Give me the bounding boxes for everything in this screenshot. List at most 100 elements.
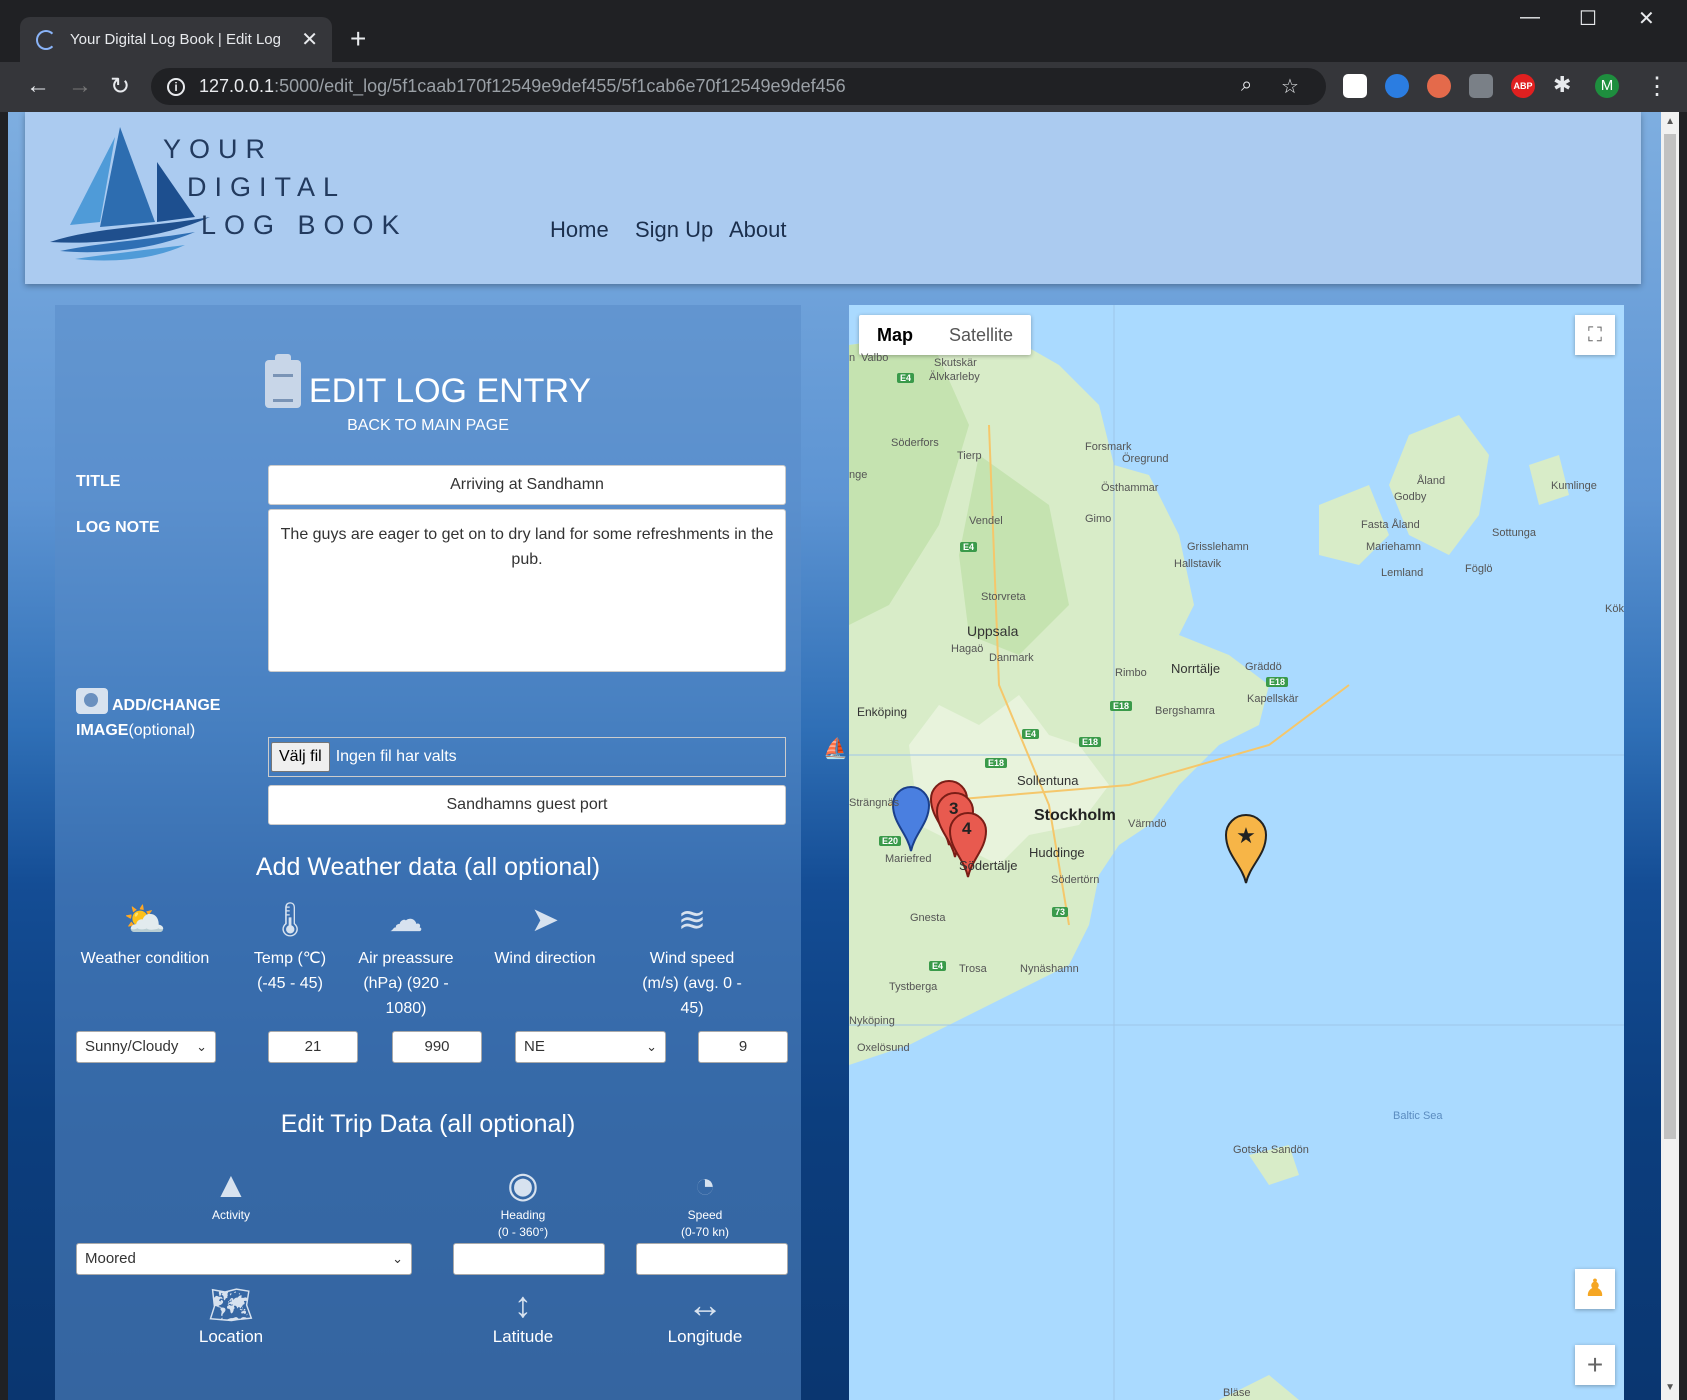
tab-title: Your Digital Log Book | Edit Log — [70, 31, 281, 48]
speedometer-icon: ◔ — [694, 1164, 716, 1205]
thermometer-icon: 🌡 — [268, 901, 312, 939]
map-label: Trosa — [959, 963, 987, 975]
activity-select[interactable]: Moored ⌄ — [76, 1243, 412, 1275]
street-view-pegman-icon[interactable]: ♟ — [1575, 1269, 1615, 1309]
zoom-icon[interactable]: ⌕ — [1241, 74, 1252, 97]
choose-file-button[interactable]: Välj fil — [271, 742, 330, 772]
map-label: Rimbo — [1115, 667, 1147, 679]
scroll-down-arrow-icon[interactable]: ▼ — [1665, 1382, 1675, 1393]
road-shield: E20 — [879, 836, 902, 846]
map-label: Valbo — [861, 352, 889, 364]
back-arrow-icon[interactable]: ← — [26, 72, 50, 100]
map-label: Nyköping — [849, 1015, 895, 1027]
reload-icon[interactable]: ↻ — [110, 72, 130, 101]
info-icon[interactable]: i — [167, 77, 185, 96]
map-label: Värmdö — [1128, 818, 1167, 830]
back-to-main-link[interactable]: BACK TO MAIN PAGE — [55, 417, 801, 435]
latitude-label: ↕ Latitude — [473, 1283, 573, 1347]
close-window-button[interactable]: ✕ — [1638, 6, 1655, 31]
sea-label: Baltic Sea — [1393, 1110, 1443, 1122]
speed-input[interactable] — [636, 1243, 788, 1275]
map-label: Kök — [1605, 603, 1624, 615]
map-label: Grisslehamn — [1187, 541, 1249, 553]
map-label: Södertörn — [1051, 874, 1100, 886]
log-note-textarea[interactable]: The guys are eager to get on to dry land… — [268, 509, 786, 672]
map-label: Bergshamra — [1155, 705, 1215, 717]
weather-condition-label: ⛅ Weather condition — [75, 900, 215, 971]
map-type-satellite-button[interactable]: Satellite — [931, 315, 1031, 355]
scroll-up-arrow-icon[interactable]: ▲ — [1665, 116, 1675, 127]
profile-avatar[interactable]: M — [1595, 74, 1619, 98]
scrollbar-thumb[interactable] — [1664, 134, 1676, 1139]
nav-about-link[interactable]: About — [729, 217, 787, 243]
log-note-label: LOG NOTE — [76, 519, 160, 536]
map-type-map-button[interactable]: Map — [859, 315, 931, 355]
adblock-icon[interactable]: ABP — [1511, 74, 1535, 98]
logo-text-line-1: YOUR — [163, 134, 274, 164]
wind-speed-label: ≋ Wind speed (m/s) (avg. 0 - 45) — [640, 900, 744, 1021]
map-label: Östhammar — [1101, 482, 1159, 494]
maximize-button[interactable]: ☐ — [1579, 6, 1597, 31]
wind-direction-select[interactable]: NE ⌄ — [515, 1031, 666, 1063]
extension-icon-4[interactable] — [1469, 74, 1493, 98]
map-label: Bläse — [1223, 1387, 1251, 1399]
map-label: Mariehamn — [1366, 541, 1422, 553]
map-label: Storvreta — [981, 591, 1026, 603]
air-pressure-input[interactable]: 990 — [392, 1031, 482, 1063]
map-label: Huddinge — [1029, 845, 1085, 860]
loading-icon — [36, 29, 56, 50]
weather-condition-select[interactable]: Sunny/Cloudy ⌄ — [76, 1031, 216, 1063]
nav-home-link[interactable]: Home — [550, 217, 609, 243]
title-input[interactable]: Arriving at Sandhamn — [268, 465, 786, 505]
nav-signup-link[interactable]: Sign Up — [635, 217, 713, 243]
map-label: Hallstavik — [1174, 558, 1222, 570]
edit-log-panel: EDIT LOG ENTRY BACK TO MAIN PAGE TITLE A… — [55, 305, 801, 1400]
puzzle-extensions-icon[interactable]: ✱ — [1553, 72, 1571, 98]
extension-icon-1[interactable] — [1343, 74, 1367, 98]
heading-input[interactable] — [453, 1243, 605, 1275]
map-label: Sottunga — [1492, 527, 1537, 539]
logo-text-line-2: DIGITAL — [187, 172, 347, 202]
image-label: ADD/CHANGE IMAGE(optional) — [76, 688, 246, 743]
temp-input[interactable]: 21 — [268, 1031, 358, 1063]
extension-icon-3[interactable] — [1427, 74, 1451, 98]
map-marker-star-current[interactable]: ★ — [1224, 813, 1268, 885]
sun-cloud-icon: ⛅ — [123, 901, 167, 939]
bookmark-star-icon[interactable]: ☆ — [1281, 74, 1299, 99]
temp-label: 🌡 Temp (℃) (-45 - 45) — [245, 900, 335, 996]
page-scrollbar[interactable]: ▲ ▼ — [1661, 112, 1679, 1400]
map-label: Godby — [1394, 491, 1427, 503]
activity-label: ▲ Activity — [191, 1163, 271, 1224]
speed-label: ◔ Speed (0-70 kn) — [655, 1163, 755, 1241]
menu-kebab-icon[interactable]: ⋮ — [1645, 72, 1669, 101]
map-label: Strängnäs — [849, 797, 900, 809]
map-label: Stockholm — [1034, 807, 1116, 824]
minimize-button[interactable]: — — [1520, 6, 1540, 29]
zoom-in-button[interactable]: + — [1575, 1345, 1615, 1385]
address-bar[interactable]: i 127.0.0.1 :5000/edit_log/5f1caab170f12… — [151, 68, 1326, 105]
google-map[interactable]: Map Satellite ⛶ ♟ + 3 4 ★ n Valbo Skutsk… — [849, 305, 1624, 1400]
browser-tab[interactable]: Your Digital Log Book | Edit Log ✕ — [20, 17, 332, 62]
new-tab-button[interactable]: + — [350, 22, 366, 56]
extension-icon-2[interactable] — [1385, 74, 1409, 98]
map-label: Kapellskär — [1247, 693, 1299, 705]
location-name-input[interactable]: Sandhamns guest port — [268, 785, 786, 825]
clipboard-list-icon — [264, 354, 301, 408]
map-label: Fasta Åland — [1361, 519, 1420, 531]
road-shield: E18 — [1266, 677, 1289, 687]
location-label: 🗺 Location — [181, 1283, 281, 1347]
map-label: Hagaö — [951, 643, 984, 655]
forward-arrow-icon[interactable]: → — [68, 72, 92, 100]
map-label: Åland — [1417, 475, 1446, 487]
road-shield: 73 — [1052, 907, 1069, 917]
wind-speed-input[interactable]: 9 — [698, 1031, 788, 1063]
heading-label: ◉ Heading (0 - 360°) — [473, 1163, 573, 1241]
map-label: Föglö — [1465, 563, 1493, 575]
fullscreen-icon[interactable]: ⛶ — [1575, 315, 1615, 355]
map-label: Södertälje — [959, 858, 1018, 873]
image-file-input[interactable]: Välj fil Ingen fil har valts — [268, 737, 786, 777]
road-shield: E18 — [985, 758, 1008, 768]
close-tab-icon[interactable]: ✕ — [301, 27, 318, 52]
map-label: Gimo — [1085, 513, 1112, 525]
air-pressure-label: ☁ Air preassure (hPa) (920 - 1080) — [355, 900, 457, 1021]
